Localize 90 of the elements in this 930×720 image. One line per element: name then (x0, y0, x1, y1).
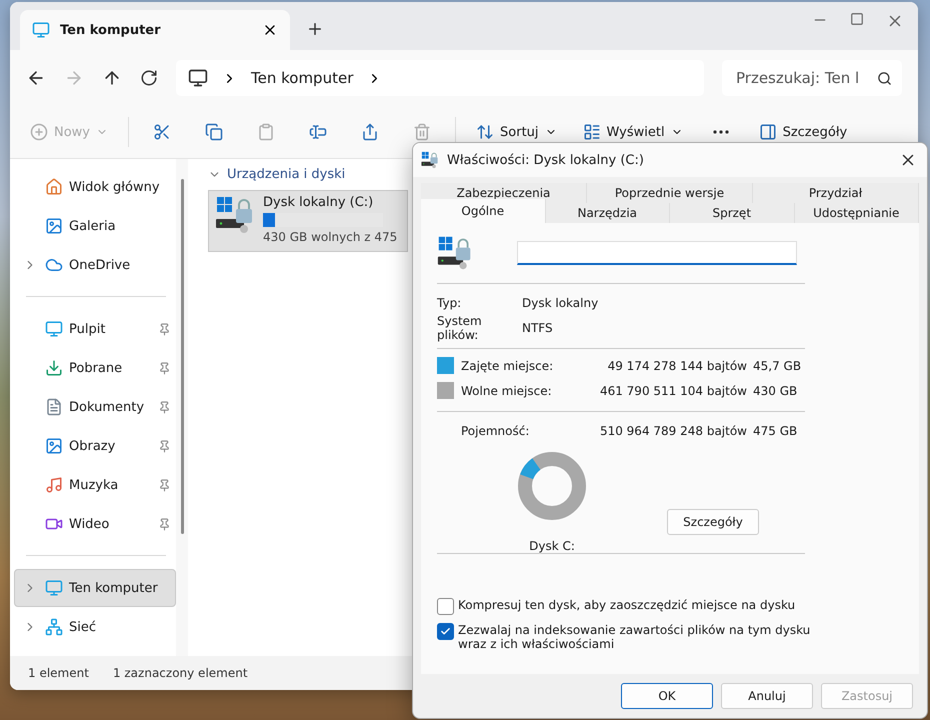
explorer-tab[interactable]: Ten komputer (20, 10, 290, 50)
toolbar-menu-button[interactable]: Sortuj (470, 119, 563, 145)
desktop-icon (45, 320, 63, 338)
pin-icon (158, 518, 171, 530)
status-text: 1 zaznaczony element (112, 666, 248, 680)
drive-icon (215, 195, 255, 235)
donut-label: Dysk C: (529, 539, 575, 553)
dialog-tab[interactable]: Narzędzia (546, 203, 670, 223)
rename-icon (309, 123, 328, 141)
usage-bytes: 461 790 511 104 bajtów (598, 384, 747, 398)
sidebar-item[interactable]: Pobrane (14, 349, 176, 387)
maximize-icon[interactable] (850, 12, 864, 26)
option-label: Kompresuj ten dysk, aby zaoszczędzić miejsce na dysku (458, 598, 796, 612)
capacity-bytes: 510 964 789 248 bajtów (598, 424, 747, 438)
monitor-icon (188, 68, 208, 88)
drive-tile[interactable]: Dysk lokalny (C:) 430 GB wolnych z 475 (208, 190, 408, 252)
section-header[interactable]: Urządzenia i dyski (208, 167, 918, 182)
dialog-tab[interactable]: Udostępnianie (794, 203, 919, 223)
breadcrumb-item[interactable]: Ten komputer (251, 69, 354, 87)
usage-size: 45,7 GB (753, 358, 802, 372)
sidebar-item[interactable]: Wideo (14, 505, 176, 543)
plus-circle-icon (30, 123, 48, 141)
dialog-title: Właściwości: Dysk lokalny (C:) (447, 152, 645, 168)
check-icon (440, 626, 451, 637)
address-bar[interactable]: Ten komputer (176, 60, 704, 96)
sidebar-item[interactable]: OneDrive (14, 246, 176, 284)
drive-name: Dysk lokalny (C:) (263, 195, 374, 210)
cut-icon (153, 123, 172, 141)
usage-size: 430 GB (753, 384, 798, 398)
drive-icon (437, 235, 473, 271)
sort-icon (476, 123, 494, 141)
info-value: NTFS (522, 321, 554, 335)
sidebar-item[interactable]: Pulpit (14, 310, 176, 348)
network-icon (45, 618, 63, 636)
share-icon (361, 123, 380, 141)
pin-icon (158, 400, 171, 414)
toolbar-menu-button[interactable]: Wyświetl (576, 119, 689, 145)
capacity-size: 475 GB (753, 424, 798, 438)
toolbar-button[interactable]: Szczegóły (752, 119, 854, 145)
capacity-label: Pojemność: (461, 424, 530, 438)
gallery-icon (45, 217, 63, 235)
status-text: 1 element (28, 666, 89, 680)
cloud-icon (45, 256, 63, 274)
sidebar-item[interactable]: Galeria (14, 207, 176, 245)
pin-icon (158, 478, 171, 492)
drive-free-space: 430 GB wolnych z 475 (263, 230, 398, 244)
monitor-icon (32, 21, 50, 39)
usage-bytes: 49 174 278 144 bajtów (606, 358, 747, 372)
dialog-button[interactable]: OK (621, 683, 713, 709)
details-button[interactable]: Szczegóły (667, 509, 759, 535)
drive-icon (421, 151, 439, 169)
sidebar-item[interactable]: Obrazy (14, 427, 176, 465)
search-field[interactable]: Przeszukaj: Ten l (722, 60, 902, 96)
option-checkbox[interactable]: Kompresuj ten dysk, aby zaoszczędzić miejsce na dysku (437, 598, 817, 615)
info-label: System plików: (437, 314, 483, 342)
details-pane-icon (758, 123, 777, 141)
search-icon (877, 71, 892, 86)
pin-icon (158, 322, 171, 336)
picture-icon (45, 437, 63, 455)
checkbox[interactable] (437, 623, 454, 640)
sidebar-item[interactable]: Dokumenty (14, 388, 176, 426)
sidebar-item[interactable]: Ten komputer (14, 569, 176, 607)
checkbox[interactable] (437, 598, 454, 615)
download-icon (45, 359, 63, 377)
drive-name-field[interactable] (517, 241, 797, 265)
home-icon (45, 178, 63, 196)
dialog-tab[interactable]: Sprzęt (670, 203, 794, 223)
scrollbar-thumb[interactable] (180, 179, 184, 534)
refresh-icon[interactable] (140, 69, 158, 87)
document-icon (45, 398, 63, 416)
dialog-tab[interactable]: Ogólne (421, 199, 546, 223)
sidebar-item[interactable]: Muzyka (14, 466, 176, 504)
dialog-tab[interactable]: Poprzednie wersje (587, 183, 753, 203)
plus-icon (306, 20, 324, 38)
monitor-icon (45, 579, 63, 597)
pin-icon (158, 440, 171, 452)
pin-icon (158, 362, 171, 374)
music-icon (45, 476, 63, 494)
info-label: Typ: (437, 296, 462, 310)
info-value: Dysk lokalny (522, 296, 600, 310)
copy-icon (205, 123, 224, 141)
usage-label: Wolne miejsce: (461, 384, 553, 398)
paste-icon (257, 123, 276, 141)
usage-label: Zajęte miejsce: (461, 358, 554, 372)
dialog-button[interactable]: Anuluj (721, 683, 813, 709)
dialog-tab[interactable]: Przydział (753, 183, 919, 203)
sidebar-item[interactable]: Widok główny (14, 168, 176, 206)
more-icon (712, 130, 729, 134)
view-icon (582, 123, 601, 141)
sidebar-item[interactable]: Sieć (14, 608, 176, 646)
